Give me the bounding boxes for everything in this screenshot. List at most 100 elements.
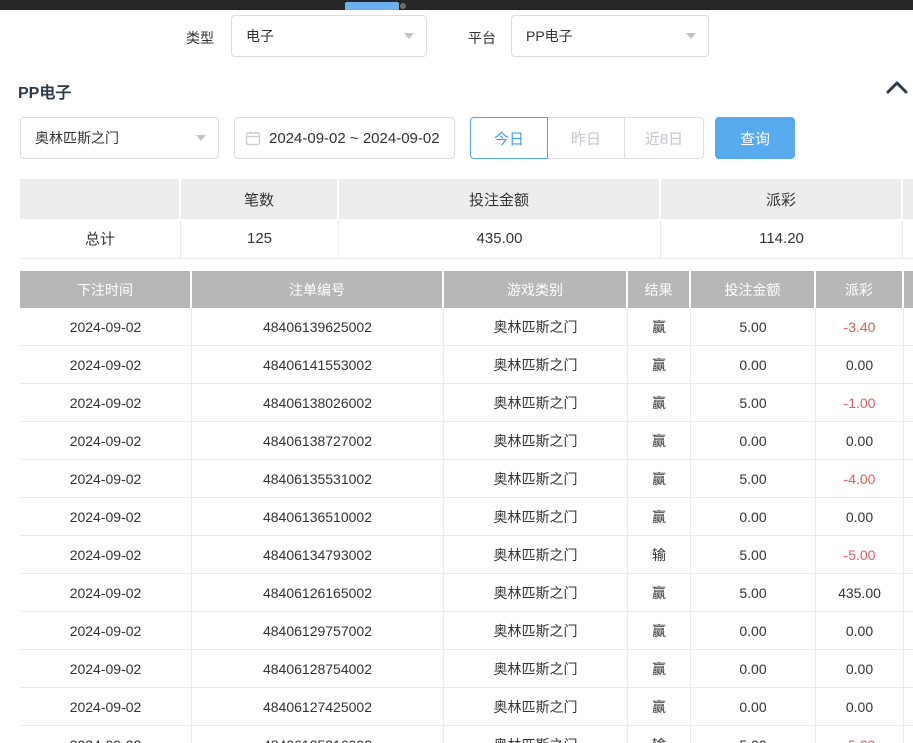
- cell-payout: -5.00: [816, 536, 904, 574]
- cell-game-type: 奥林匹斯之门: [444, 308, 628, 346]
- cell-bet-time: 2024-09-02: [20, 422, 192, 460]
- cell-result: 赢: [628, 612, 691, 650]
- browser-active-tab[interactable]: [345, 2, 399, 10]
- cell-payout: 0.00: [816, 688, 904, 726]
- cell-order-no: 48406138026002: [192, 384, 444, 422]
- quick-filter-group: 今日 昨日 近8日: [470, 117, 704, 159]
- chevron-down-icon: [196, 135, 206, 141]
- cell-result: 赢: [628, 308, 691, 346]
- type-select-value: 电子: [246, 26, 274, 46]
- cell-order-no: 48406134793002: [192, 536, 444, 574]
- summary-cutoff-value: [903, 219, 913, 259]
- cell-game-type: 奥林匹斯之门: [444, 650, 628, 688]
- summary-bet-value: 435.00: [339, 219, 661, 259]
- search-button[interactable]: 查询: [715, 117, 795, 159]
- platform-select[interactable]: PP电子: [511, 15, 709, 57]
- cell-bet-time: 2024-09-02: [20, 574, 192, 612]
- cell-bet-amount: 0.00: [691, 422, 816, 460]
- table-row: 2024-09-0248406134793002奥林匹斯之门输5.00-5.00: [20, 536, 913, 574]
- last8days-button[interactable]: 近8日: [624, 117, 704, 159]
- cell-bet-amount: 0.00: [691, 498, 816, 536]
- summary-header-bet: 投注金额: [339, 179, 661, 219]
- cell-result: 赢: [628, 650, 691, 688]
- cell-order-no: 48406129757002: [192, 612, 444, 650]
- cell-game-type: 奥林匹斯之门: [444, 688, 628, 726]
- type-label: 类型: [186, 28, 214, 48]
- cell-cutoff: [904, 726, 913, 743]
- cell-bet-time: 2024-09-02: [20, 536, 192, 574]
- header-cutoff: [904, 271, 913, 308]
- cell-game-type: 奥林匹斯之门: [444, 384, 628, 422]
- cell-result: 赢: [628, 460, 691, 498]
- cell-bet-amount: 0.00: [691, 612, 816, 650]
- table-row: 2024-09-0248406129757002奥林匹斯之门赢0.000.00: [20, 612, 913, 650]
- chevron-down-icon: [404, 33, 414, 39]
- cell-bet-time: 2024-09-02: [20, 688, 192, 726]
- cell-cutoff: [904, 422, 913, 460]
- cell-game-type: 奥林匹斯之门: [444, 346, 628, 384]
- summary-header-count: 笔数: [181, 179, 339, 219]
- cell-result: 输: [628, 726, 691, 743]
- cell-game-type: 奥林匹斯之门: [444, 612, 628, 650]
- cell-cutoff: [904, 688, 913, 726]
- cell-bet-amount: 5.00: [691, 726, 816, 743]
- table-row: 2024-09-0248406138026002奥林匹斯之门赢5.00-1.00: [20, 384, 913, 422]
- cell-bet-time: 2024-09-02: [20, 726, 192, 743]
- cell-payout: -4.00: [816, 460, 904, 498]
- table-row: 2024-09-0248406125316002奥林匹斯之门输5.00-5.00: [20, 726, 913, 743]
- cell-bet-amount: 0.00: [691, 650, 816, 688]
- header-game-type: 游戏类别: [444, 271, 628, 308]
- cell-order-no: 48406136510002: [192, 498, 444, 536]
- game-select[interactable]: 奥林匹斯之门: [20, 117, 219, 159]
- table-row: 2024-09-0248406128754002奥林匹斯之门赢0.000.00: [20, 650, 913, 688]
- cell-cutoff: [904, 384, 913, 422]
- cell-payout: -5.00: [816, 726, 904, 743]
- cell-cutoff: [904, 460, 913, 498]
- summary-header-cutoff: [903, 179, 913, 219]
- summary-count-value: 125: [181, 219, 339, 259]
- cell-payout: 0.00: [816, 650, 904, 688]
- cell-order-no: 48406138727002: [192, 422, 444, 460]
- collapse-section-button[interactable]: [884, 78, 910, 98]
- cell-cutoff: [904, 308, 913, 346]
- records-table: 下注时间 注单编号 游戏类别 结果 投注金额 派彩 2024-09-024840…: [20, 271, 913, 743]
- summary-table: 笔数 投注金额 派彩 总计 125 435.00 114.20: [20, 179, 913, 259]
- cell-result: 赢: [628, 384, 691, 422]
- cell-result: 赢: [628, 574, 691, 612]
- header-bet-amount: 投注金额: [691, 271, 816, 308]
- table-row: 2024-09-0248406141553002奥林匹斯之门赢0.000.00: [20, 346, 913, 384]
- cell-game-type: 奥林匹斯之门: [444, 460, 628, 498]
- table-row: 2024-09-0248406135531002奥林匹斯之门赢5.00-4.00: [20, 460, 913, 498]
- cell-bet-amount: 5.00: [691, 308, 816, 346]
- cell-order-no: 48406126165002: [192, 574, 444, 612]
- cell-bet-amount: 0.00: [691, 346, 816, 384]
- cell-bet-time: 2024-09-02: [20, 384, 192, 422]
- calendar-icon: [245, 130, 261, 146]
- cell-bet-amount: 5.00: [691, 574, 816, 612]
- cell-bet-amount: 5.00: [691, 460, 816, 498]
- cell-bet-time: 2024-09-02: [20, 650, 192, 688]
- summary-payout-value: 114.20: [661, 219, 903, 259]
- chevron-down-icon: [686, 33, 696, 39]
- cell-bet-amount: 5.00: [691, 536, 816, 574]
- browser-tab-strip: [0, 0, 913, 10]
- table-row: 2024-09-0248406136510002奥林匹斯之门赢0.000.00: [20, 498, 913, 536]
- yesterday-button[interactable]: 昨日: [547, 117, 625, 159]
- date-range-value: 2024-09-02 ~ 2024-09-02: [269, 130, 440, 147]
- type-select[interactable]: 电子: [231, 15, 427, 57]
- summary-header-row: 笔数 投注金额 派彩: [20, 179, 913, 219]
- records-body: 2024-09-0248406139625002奥林匹斯之门赢5.00-3.40…: [20, 308, 913, 743]
- page: 类型 电子 平台 PP电子 PP电子 奥林匹斯之门 2024-09-02 ~ 2…: [0, 0, 913, 743]
- browser-tab-favicon: [400, 3, 406, 9]
- platform-label: 平台: [468, 28, 496, 48]
- date-range-input[interactable]: 2024-09-02 ~ 2024-09-02: [234, 117, 455, 159]
- cell-payout: 0.00: [816, 422, 904, 460]
- cell-bet-time: 2024-09-02: [20, 498, 192, 536]
- cell-order-no: 48406139625002: [192, 308, 444, 346]
- cell-payout: 0.00: [816, 346, 904, 384]
- section-title: PP电子: [18, 79, 71, 103]
- game-select-value: 奥林匹斯之门: [35, 128, 119, 148]
- cell-cutoff: [904, 498, 913, 536]
- today-button[interactable]: 今日: [470, 117, 548, 159]
- cell-result: 赢: [628, 688, 691, 726]
